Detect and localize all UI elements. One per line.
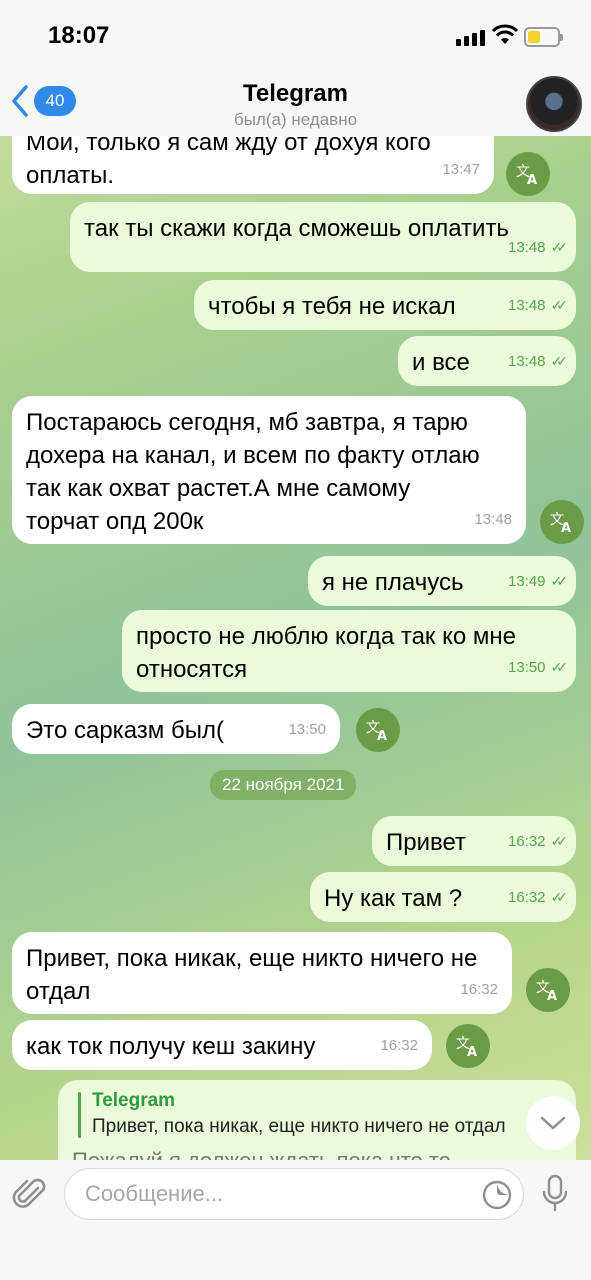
translate-button[interactable]: 文A [446, 1024, 490, 1068]
read-check-icon: ✓✓ [550, 573, 569, 589]
message-text: оплаты. [26, 162, 115, 189]
translate-button[interactable]: 文A [540, 500, 584, 544]
translate-button[interactable]: 文A [526, 968, 570, 1012]
svg-text:A: A [527, 173, 537, 186]
chevron-down-icon [540, 1116, 566, 1130]
svg-text:A: A [561, 521, 571, 534]
status-bar: 18:07 [0, 0, 591, 70]
message-outgoing[interactable]: и все 13:48 ✓✓ [398, 336, 576, 386]
message-text: просто не люблю когда так ко мне относят… [136, 623, 516, 683]
avatar[interactable] [526, 76, 582, 132]
message-outgoing[interactable]: Привет 16:32 ✓✓ [372, 816, 576, 866]
message-outgoing[interactable]: Ну как там ? 16:32 ✓✓ [310, 872, 576, 922]
battery-icon [524, 27, 563, 47]
message-incoming[interactable]: Это сарказм был( 13:50 [12, 704, 340, 754]
mic-icon[interactable] [540, 1174, 570, 1214]
translate-icon: 文A [516, 164, 537, 186]
sticker-icon[interactable] [481, 1179, 513, 1211]
read-check-icon: ✓✓ [550, 239, 569, 255]
message-outgoing[interactable]: так ты скажи когда сможешь оплатить 13:4… [70, 202, 576, 272]
message-outgoing[interactable]: просто не люблю когда так ко мне относят… [122, 610, 576, 692]
chat-title[interactable]: Telegram [0, 80, 591, 108]
message-incoming[interactable]: Мои, только я сам жду от дохуя кого опла… [12, 136, 494, 194]
read-check-icon: ✓✓ [550, 833, 569, 849]
message-list[interactable]: Мои, только я сам жду от дохуя кого опла… [0, 136, 591, 1160]
translate-icon: 文A [550, 512, 571, 534]
signal-icon [456, 30, 485, 46]
reply-sender-name: Telegram [92, 1090, 176, 1111]
message-time: 13:48 [474, 511, 512, 528]
read-check-icon: ✓✓ [550, 659, 569, 675]
message-time: 16:32 [380, 1037, 418, 1054]
message-input-bar [0, 1160, 591, 1280]
message-outgoing[interactable]: чтобы я тебя не искал 13:48 ✓✓ [194, 280, 576, 330]
chat-header: 40 Telegram был(а) недавно [0, 70, 591, 136]
status-time: 18:07 [48, 22, 110, 49]
message-text: Это сарказм был( [26, 717, 224, 744]
scroll-down-button[interactable] [526, 1096, 580, 1150]
message-time: 13:48 ✓✓ [508, 289, 569, 322]
read-check-icon: ✓✓ [550, 353, 569, 369]
reply-quote-bar [78, 1092, 81, 1138]
message-incoming[interactable]: Привет, пока никак, еще никто ничего не … [12, 932, 512, 1014]
translate-button[interactable]: 文A [356, 708, 400, 752]
read-check-icon: ✓✓ [550, 297, 569, 313]
translate-icon: 文A [536, 980, 557, 1002]
reply-quote-text: Привет, пока никак, еще никто ничего не … [92, 1116, 506, 1137]
message-time: 16:32 [460, 981, 498, 998]
attach-icon[interactable] [12, 1176, 48, 1214]
message-outgoing-reply[interactable]: Telegram Привет, пока никак, еще никто н… [58, 1080, 576, 1160]
message-time: 13:48 ✓✓ [508, 345, 569, 378]
svg-text:A: A [467, 1045, 477, 1058]
translate-button[interactable]: 文A [506, 152, 550, 196]
translate-icon: 文A [456, 1036, 477, 1058]
message-text: так ты скажи когда сможешь оплатить [84, 215, 509, 242]
message-time: 13:48 ✓✓ [508, 231, 569, 264]
message-text: Пожалуй я должен ждать пока что то [72, 1148, 562, 1160]
message-time: 16:32 ✓✓ [508, 881, 569, 914]
message-input[interactable] [85, 1181, 465, 1207]
message-text: как ток получу кеш закину [26, 1033, 316, 1060]
message-time: 13:50 ✓✓ [508, 651, 569, 684]
message-outgoing[interactable]: я не плачусь 13:49 ✓✓ [308, 556, 576, 606]
message-text: Привет, пока никак, еще никто ничего не … [26, 945, 478, 1005]
svg-text:A: A [377, 729, 387, 742]
last-seen-status: был(а) недавно [233, 110, 358, 129]
message-time: 13:47 [442, 161, 480, 178]
svg-text:A: A [547, 989, 557, 1002]
message-time: 16:32 ✓✓ [508, 825, 569, 858]
message-time: 13:50 [288, 721, 326, 738]
message-incoming[interactable]: Постараюсь сегодня, мб завтра, я тарю до… [12, 396, 526, 544]
message-time: 13:49 ✓✓ [508, 565, 569, 598]
message-text: Постараюсь сегодня, мб завтра, я тарю до… [26, 409, 480, 535]
translate-icon: 文A [366, 720, 387, 742]
message-text: Мои, только я сам жду от дохуя кого [26, 136, 431, 156]
date-separator: 22 ноября 2021 [210, 770, 357, 800]
message-incoming[interactable]: как ток получу кеш закину 16:32 [12, 1020, 432, 1070]
message-field[interactable] [64, 1168, 524, 1220]
read-check-icon: ✓✓ [550, 889, 569, 905]
wifi-icon [492, 24, 518, 44]
